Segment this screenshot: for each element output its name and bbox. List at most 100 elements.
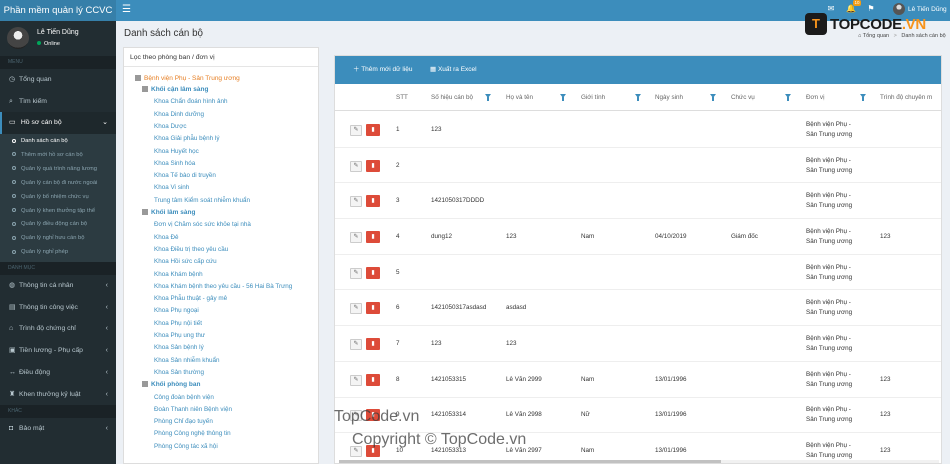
delete-button[interactable]: ▮ xyxy=(366,230,380,243)
edit-button[interactable]: ✎ xyxy=(350,124,362,136)
tree-leaf[interactable]: Đơn vị Chăm sóc sức khỏe tại nhà xyxy=(154,221,251,228)
tree-leaf[interactable]: Khoa Sản thường xyxy=(154,369,204,376)
delete-button[interactable]: ▮ xyxy=(366,195,380,208)
tree-group[interactable]: Khối cận lâm sàng xyxy=(142,86,208,93)
column-header[interactable]: Đơn vị xyxy=(806,84,824,111)
horizontal-scrollbar[interactable] xyxy=(339,460,939,463)
tree-root[interactable]: Bệnh viện Phụ - Sản Trung ương xyxy=(135,75,240,82)
chevron-left-icon: ‹ xyxy=(105,368,108,376)
column-header[interactable]: Ngày sinh xyxy=(655,84,683,111)
export-excel-button[interactable]: ▦ Xuất ra Excel xyxy=(430,56,477,84)
column-header[interactable]: Chức vụ xyxy=(731,84,755,111)
edit-button[interactable]: ✎ xyxy=(350,231,362,243)
delete-button[interactable]: ▮ xyxy=(366,159,380,172)
filter-icon[interactable] xyxy=(635,94,641,101)
tree-group[interactable]: Khối phòng ban xyxy=(142,381,200,388)
edit-button[interactable]: ✎ xyxy=(350,160,362,172)
tree-leaf[interactable]: Phòng Chỉ đạo tuyến xyxy=(154,418,213,425)
column-header[interactable]: Giới tính xyxy=(581,84,605,111)
sidebar-item[interactable]: ▤ Thông tin công việc ‹ xyxy=(0,297,116,319)
edit-button[interactable]: ✎ xyxy=(350,339,362,351)
sidebar-subitem[interactable]: Quản lý quá trình nâng lương xyxy=(0,163,116,177)
breadcrumb-home[interactable]: Tổng quan xyxy=(863,33,889,39)
tree-leaf[interactable]: Khoa Chẩn đoán hình ảnh xyxy=(154,98,228,105)
sidebar-item[interactable]: ↔ Điều động ‹ xyxy=(0,362,116,384)
edit-button[interactable]: ✎ xyxy=(350,267,362,279)
cell-unit: Bệnh viện Phụ - xyxy=(806,263,851,271)
sidebar-subitem-label: Quản lý khen thưởng tập thể xyxy=(21,207,96,214)
breadcrumb: ⌂ Tổng quan > Danh sách cán bộ xyxy=(858,33,946,39)
tree-leaf[interactable]: Khoa Phụ ung thư xyxy=(154,332,205,339)
tree-leaf[interactable]: Khoa Dinh dưỡng xyxy=(154,111,204,118)
delete-button[interactable]: ▮ xyxy=(366,373,380,386)
tree-leaf[interactable]: Khoa Phụ nội tiết xyxy=(154,320,202,327)
tree-leaf[interactable]: Khoa Phụ ngoại xyxy=(154,307,199,314)
tree-leaf[interactable]: Đoàn Thanh niên Bệnh viện xyxy=(154,406,232,413)
edit-button[interactable]: ✎ xyxy=(350,303,362,315)
sidebar-subitem[interactable]: Quản lý điều động cán bộ xyxy=(0,218,116,232)
cell-name: 123 xyxy=(506,232,517,240)
tree-leaf[interactable]: Công đoàn bệnh viện xyxy=(154,394,214,401)
watermark-line2: Copyright © TopCode.vn xyxy=(352,431,527,448)
filter-icon[interactable] xyxy=(860,94,866,101)
tree-leaf[interactable]: Phòng Công nghệ thông tin xyxy=(154,430,231,437)
app-title[interactable]: Phần mềm quản lý CCVC xyxy=(0,0,116,21)
delete-button[interactable]: ▮ xyxy=(366,338,380,351)
column-header[interactable]: Số hiệu cán bộ xyxy=(431,84,473,111)
sidebar-subitem[interactable]: Thêm mới hồ sơ cán bộ xyxy=(0,149,116,163)
sidebar-subitem[interactable]: Quản lý nghỉ phép xyxy=(0,246,116,260)
tree-leaf[interactable]: Khoa Sản bệnh lý xyxy=(154,344,204,351)
hamburger-icon[interactable]: ☰ xyxy=(122,0,131,21)
sidebar-item[interactable]: ◍ Thông tin cá nhân ‹ xyxy=(0,275,116,297)
tree-leaf[interactable]: Khoa Phẫu thuật - gây mê xyxy=(154,295,227,302)
sidebar-item[interactable]: ⌕ Tìm kiếm xyxy=(0,91,116,113)
sidebar-item[interactable]: ▣ Tiền lương - Phụ cấp ‹ xyxy=(0,340,116,362)
sidebar-subitem[interactable]: Danh sách cán bộ xyxy=(0,135,116,149)
sidebar-item[interactable]: ◷ Tổng quan xyxy=(0,69,116,91)
sidebar-item[interactable]: ◘ Bảo mật ‹ xyxy=(0,418,116,440)
tree-leaf[interactable]: Khoa Điều trị theo yêu cầu xyxy=(154,246,228,253)
cell-stt: 6 xyxy=(396,304,400,312)
sidebar-item-ho-so-can-bo[interactable]: ▭ Hồ sơ cán bộ ⌄ xyxy=(0,112,116,135)
tree-leaf[interactable]: Phòng Công tác xã hội xyxy=(154,443,218,450)
scroll-thumb[interactable] xyxy=(339,460,721,463)
tree-leaf[interactable]: Khoa Vi sinh xyxy=(154,184,189,191)
trash-icon: ▮ xyxy=(371,269,375,276)
tree-leaf[interactable]: Khoa Khám bệnh theo yêu cầu - 56 Hai Bà … xyxy=(154,283,292,290)
add-button[interactable]: ＋ Thêm mới dữ liệu xyxy=(353,56,412,84)
column-header[interactable]: Trình độ chuyên m xyxy=(880,84,932,111)
edit-button[interactable]: ✎ xyxy=(350,374,362,386)
globe-icon: ◍ xyxy=(9,282,16,290)
sidebar-subitem[interactable]: Quản lý nghỉ hưu cán bộ xyxy=(0,232,116,246)
tree-leaf[interactable]: Khoa Khám bệnh xyxy=(154,271,203,278)
tree-leaf[interactable]: Khoa Sinh hóa xyxy=(154,160,195,167)
sidebar-subitem[interactable]: Quản lý bổ nhiệm chức vụ xyxy=(0,191,116,205)
delete-button[interactable]: ▮ xyxy=(366,302,380,315)
tree-leaf[interactable]: Khoa Tế bào di truyền xyxy=(154,172,216,179)
sidebar-item[interactable]: ♜ Khen thưởng kỷ luật ‹ xyxy=(0,384,116,406)
cell-level: 123 xyxy=(880,411,891,419)
filter-icon[interactable] xyxy=(710,94,716,101)
column-header[interactable]: STT xyxy=(396,84,408,111)
edit-button[interactable]: ✎ xyxy=(350,196,362,208)
cell-level: 123 xyxy=(880,375,891,383)
tree-leaf[interactable]: Khoa Hồi sức cấp cứu xyxy=(154,258,217,265)
column-header[interactable]: Họ và tên xyxy=(506,84,533,111)
filter-icon[interactable] xyxy=(560,94,566,101)
tree-leaf[interactable]: Khoa Dược xyxy=(154,123,187,130)
sidebar-subitem[interactable]: Quản lý cán bộ đi nước ngoài xyxy=(0,177,116,191)
tree-leaf[interactable]: Khoa Sản nhiễm khuẩn xyxy=(154,357,219,364)
tree-leaf[interactable]: Trung tâm Kiểm soát nhiễm khuẩn xyxy=(154,197,250,204)
tree-leaf[interactable]: Khoa Giải phẫu bệnh lý xyxy=(154,135,219,142)
tree-leaf[interactable]: Khoa Huyết học xyxy=(154,148,199,155)
cell-unit: Sản Trung ương xyxy=(806,416,853,424)
delete-button[interactable]: ▮ xyxy=(366,266,380,279)
sidebar-item[interactable]: ⌂ Trình độ chứng chỉ ‹ xyxy=(0,318,116,340)
filter-icon[interactable] xyxy=(485,94,491,101)
delete-button[interactable]: ▮ xyxy=(366,123,380,136)
cell-unit: Sản Trung ương xyxy=(806,380,853,388)
tree-group[interactable]: Khối lâm sàng xyxy=(142,209,195,216)
sidebar-subitem[interactable]: Quản lý khen thưởng tập thể xyxy=(0,205,116,219)
filter-icon[interactable] xyxy=(785,94,791,101)
tree-leaf[interactable]: Khoa Đẻ xyxy=(154,234,179,241)
